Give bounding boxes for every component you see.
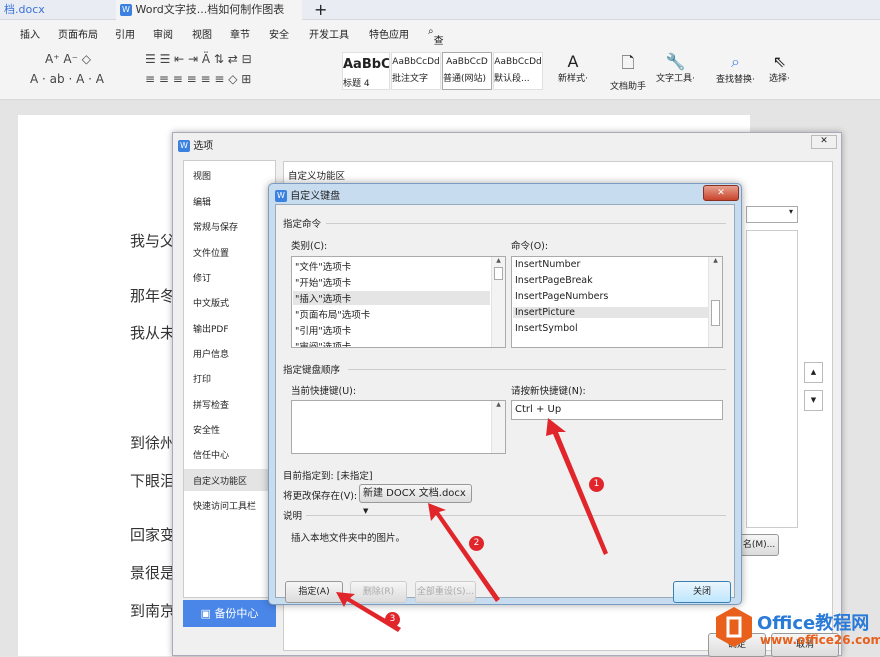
annotation-badge: 3 [385, 612, 400, 627]
office-logo-icon [716, 607, 752, 647]
watermark-url: www.office26.com [760, 633, 880, 647]
arrow-2 [428, 503, 500, 602]
annotation-badge: 1 [589, 477, 604, 492]
annotation-arrows [336, 418, 608, 632]
annotation-badge: 2 [469, 536, 484, 551]
watermark-name: Office教程网 [757, 613, 870, 634]
